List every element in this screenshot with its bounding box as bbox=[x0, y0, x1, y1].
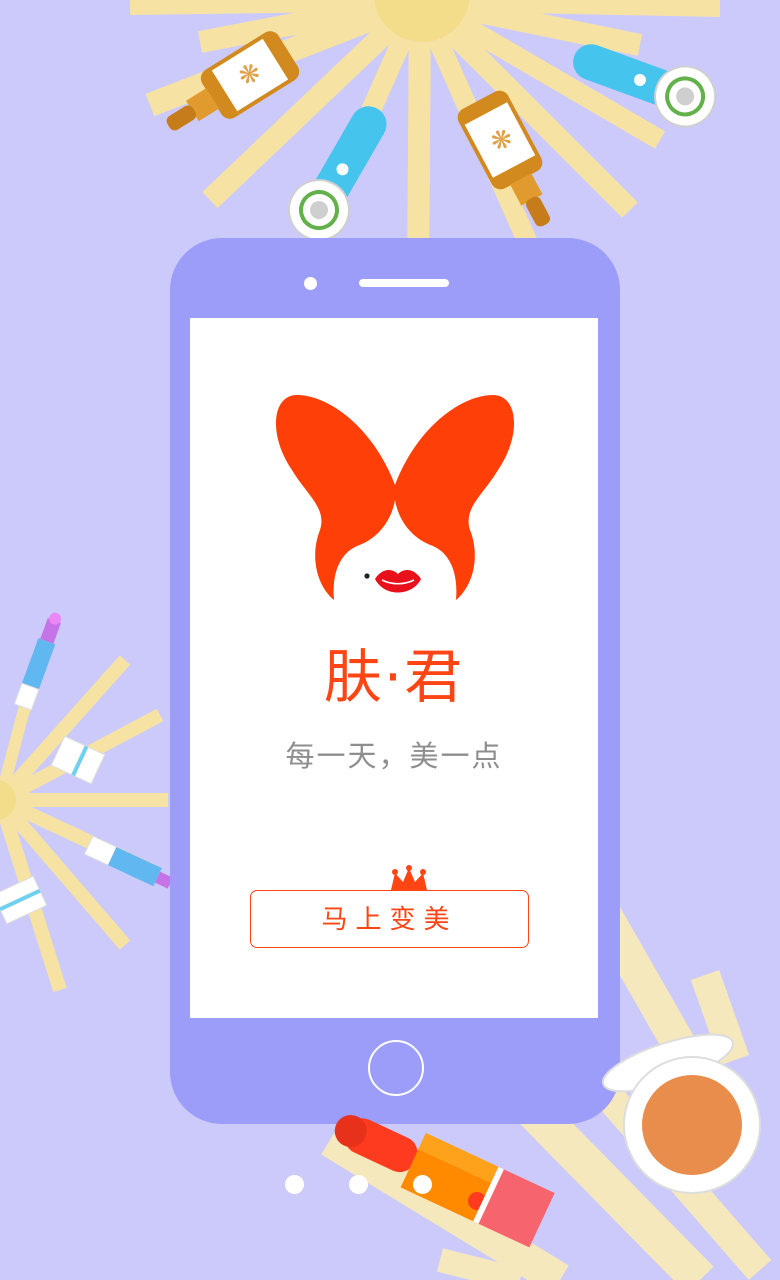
beauty-mark bbox=[364, 573, 370, 579]
app-title: 肤·君 bbox=[323, 643, 465, 711]
mascara-icon bbox=[83, 835, 173, 889]
page-dot-2[interactable] bbox=[349, 1175, 368, 1194]
app-slogan: 每一天，美一点 bbox=[285, 739, 503, 773]
page-dot-3[interactable] bbox=[413, 1175, 432, 1194]
mascara-icon bbox=[13, 612, 62, 711]
butterfly-hair-logo-icon bbox=[275, 395, 515, 600]
page-dot-1[interactable] bbox=[285, 1175, 304, 1194]
page-indicator bbox=[285, 1175, 445, 1195]
lips-icon bbox=[375, 569, 421, 593]
phone-screen: 肤·君 每一天，美一点 马上变美 bbox=[190, 318, 598, 1018]
phone-speaker bbox=[359, 279, 449, 287]
phone-device: 肤·君 每一天，美一点 马上变美 bbox=[170, 238, 620, 1124]
home-button[interactable] bbox=[368, 1040, 424, 1096]
start-beauty-button[interactable]: 马上变美 bbox=[250, 890, 529, 948]
phone-camera bbox=[304, 277, 317, 290]
